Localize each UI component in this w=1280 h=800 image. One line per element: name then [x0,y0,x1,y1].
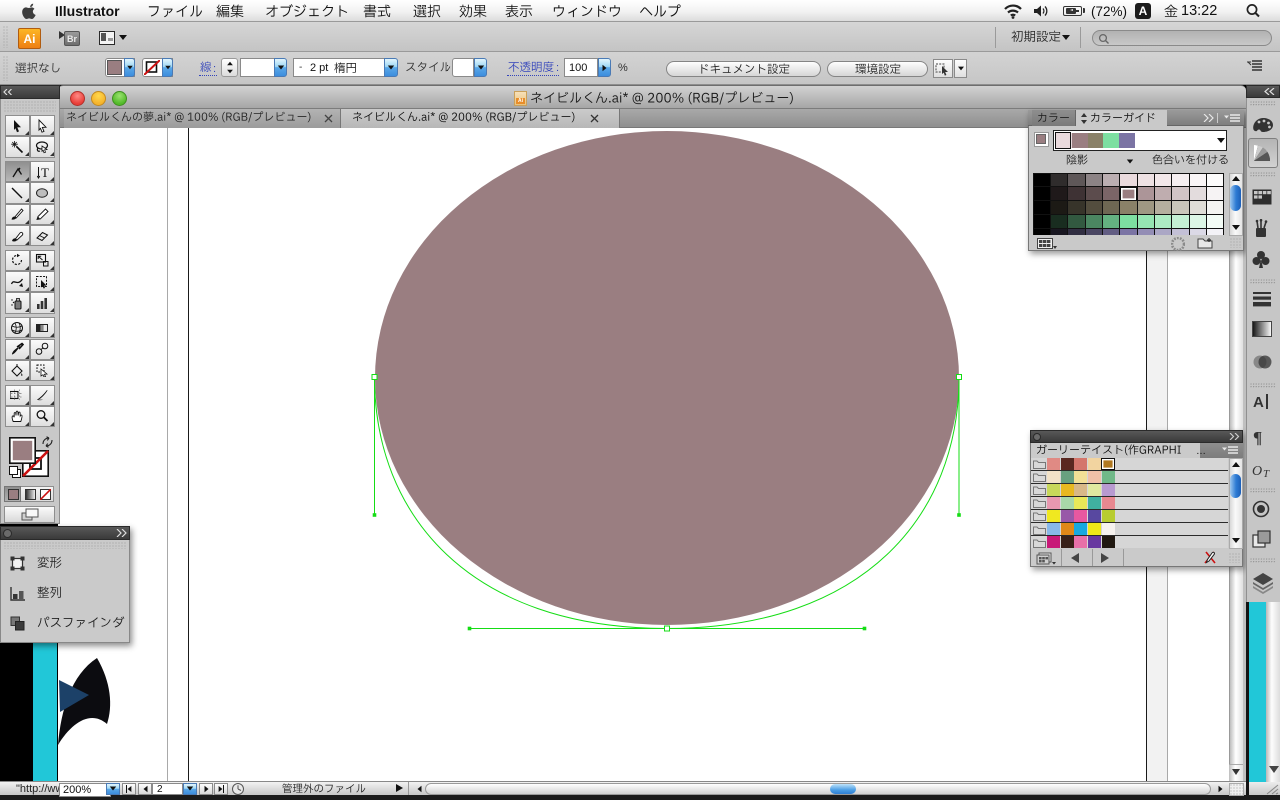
svg-text:O: O [1252,464,1262,478]
svg-text:T: T [1263,468,1270,478]
svg-text:A: A [1253,394,1264,410]
svg-text:¶: ¶ [1253,428,1262,446]
svg-text:T: T [41,165,49,179]
